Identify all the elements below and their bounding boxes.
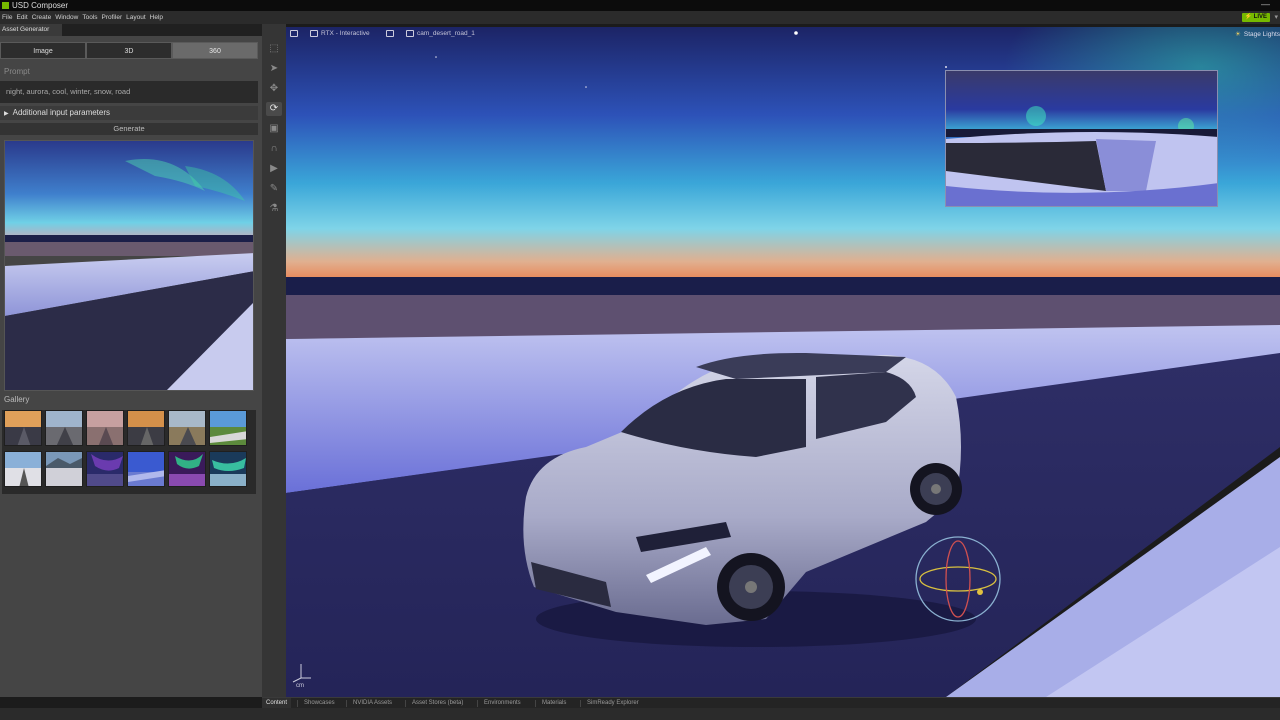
settings-icon bbox=[290, 30, 298, 37]
thumbnail-image bbox=[169, 452, 205, 486]
tab-asset-generator[interactable]: Asset Generator bbox=[0, 24, 62, 36]
camera-icon bbox=[406, 30, 414, 37]
viewport[interactable]: RTX - Interactive cam_desert_road_1 ☀ Sta… bbox=[286, 27, 1280, 697]
tab-divider bbox=[405, 700, 406, 707]
stage-lights-label: Stage Lights bbox=[1243, 31, 1280, 38]
viewport-toolbar: ⬚ ➤ ✥ ⟳ ▣ ∩ ▶ ✎ ⚗ bbox=[262, 24, 286, 697]
gallery-thumbnail[interactable] bbox=[209, 451, 247, 487]
generated-preview-image bbox=[4, 140, 254, 391]
gallery-grid bbox=[2, 410, 256, 494]
thumbnail-image bbox=[5, 452, 41, 486]
hdri-panorama-image bbox=[946, 71, 1217, 206]
menu-file[interactable]: File bbox=[2, 11, 12, 24]
tab-divider bbox=[580, 700, 581, 707]
eye-icon bbox=[386, 30, 394, 37]
mode-selector: Image 3D 360 bbox=[0, 42, 258, 59]
thumbnail-image bbox=[87, 452, 123, 486]
unit-label: cm bbox=[296, 683, 304, 689]
tab-divider bbox=[535, 700, 536, 707]
viewport-settings-icon[interactable] bbox=[290, 30, 301, 37]
camera-label: cam_desert_road_1 bbox=[417, 30, 475, 38]
nvidia-app-icon bbox=[2, 2, 9, 9]
select-arrow-icon[interactable]: ➤ bbox=[266, 62, 282, 76]
paint-brush-icon[interactable]: ✎ bbox=[266, 182, 282, 196]
thumbnail-image bbox=[210, 411, 246, 445]
menu-create[interactable]: Create bbox=[32, 11, 52, 24]
axis-orientation-icon bbox=[292, 664, 311, 683]
panel-tab-bar: Asset Generator bbox=[0, 24, 262, 36]
renderer-menu[interactable]: RTX - Interactive bbox=[310, 30, 370, 37]
gallery-thumbnail[interactable] bbox=[168, 410, 206, 446]
mode-360-button[interactable]: 360 bbox=[172, 42, 258, 59]
gallery-thumbnail[interactable] bbox=[45, 410, 83, 446]
gallery-thumbnail[interactable] bbox=[209, 410, 247, 446]
gallery-thumbnail[interactable] bbox=[4, 410, 42, 446]
asset-generator-panel: Image 3D 360 Prompt night, aurora, cool,… bbox=[0, 36, 262, 697]
renderer-label: RTX - Interactive bbox=[321, 30, 370, 38]
menu-tools[interactable]: Tools bbox=[82, 11, 97, 24]
gallery-thumbnail[interactable] bbox=[86, 451, 124, 487]
mode-3d-button[interactable]: 3D bbox=[86, 42, 172, 59]
gallery-label: Gallery bbox=[4, 395, 30, 404]
prompt-label: Prompt bbox=[4, 67, 30, 76]
live-dropdown-icon[interactable]: ▾ bbox=[1274, 11, 1278, 24]
thumbnail-image bbox=[5, 411, 41, 445]
window-title: USD Composer bbox=[12, 1, 69, 10]
stage-lights-menu[interactable]: ☀ Stage Lights bbox=[1235, 30, 1280, 38]
tab-divider bbox=[477, 700, 478, 707]
thumbnail-image bbox=[169, 411, 205, 445]
menu-profiler[interactable]: Profiler bbox=[102, 11, 123, 24]
bottom-tab-bar: Content Showcases NVIDIA Assets Asset St… bbox=[0, 697, 1280, 720]
tab-divider bbox=[297, 700, 298, 707]
thumbnail-image bbox=[46, 452, 82, 486]
preview-scene-image bbox=[5, 141, 253, 390]
gallery-thumbnail[interactable] bbox=[127, 410, 165, 446]
bottom-tab-strip: Content Showcases NVIDIA Assets Asset St… bbox=[262, 697, 1280, 709]
display-options-icon[interactable] bbox=[386, 30, 397, 37]
expand-triangle-icon: ▶ bbox=[4, 111, 9, 117]
camera-menu[interactable]: cam_desert_road_1 bbox=[406, 30, 475, 37]
gallery-thumbnail[interactable] bbox=[168, 451, 206, 487]
thumbnail-image bbox=[87, 411, 123, 445]
menu-window[interactable]: Window bbox=[55, 11, 78, 24]
tab-divider bbox=[346, 700, 347, 707]
gallery-thumbnail[interactable] bbox=[45, 451, 83, 487]
menu-bar: File Edit Create Window Tools Profiler L… bbox=[0, 11, 1280, 24]
status-bar bbox=[0, 708, 1280, 720]
scale-icon[interactable]: ▣ bbox=[266, 122, 282, 136]
thumbnail-image bbox=[46, 411, 82, 445]
mode-image-button[interactable]: Image bbox=[0, 42, 86, 59]
menu-help[interactable]: Help bbox=[150, 11, 163, 24]
live-label: LIVE bbox=[1253, 14, 1267, 20]
gallery-thumbnail[interactable] bbox=[127, 451, 165, 487]
thumbnail-image bbox=[128, 411, 164, 445]
selection-mode-icon[interactable]: ⬚ bbox=[266, 42, 282, 56]
move-icon[interactable]: ✥ bbox=[266, 82, 282, 96]
thumbnail-image bbox=[128, 452, 164, 486]
menu-layout[interactable]: Layout bbox=[126, 11, 146, 24]
gallery-thumbnail[interactable] bbox=[4, 451, 42, 487]
additional-params-label: Additional input parameters bbox=[12, 108, 111, 117]
gallery-thumbnail[interactable] bbox=[86, 410, 124, 446]
renderer-icon bbox=[310, 30, 318, 37]
menu-edit[interactable]: Edit bbox=[16, 11, 27, 24]
live-button[interactable]: ⚡ LIVE bbox=[1241, 13, 1270, 22]
snap-magnet-icon[interactable]: ∩ bbox=[266, 142, 282, 156]
prompt-input[interactable]: night, aurora, cool, winter, snow, road bbox=[0, 81, 258, 103]
hdri-360-preview bbox=[945, 70, 1218, 207]
physics-icon[interactable]: ⚗ bbox=[266, 202, 282, 216]
sun-icon: ☀ bbox=[1235, 31, 1241, 38]
title-bar: USD Composer — bbox=[0, 0, 1280, 11]
play-icon[interactable]: ▶ bbox=[266, 162, 282, 176]
rotate-icon[interactable]: ⟳ bbox=[266, 102, 282, 116]
thumbnail-image bbox=[210, 452, 246, 486]
additional-params-toggle[interactable]: ▶ Additional input parameters bbox=[0, 106, 258, 120]
generate-button[interactable]: Generate bbox=[0, 123, 258, 135]
minimize-icon[interactable]: — bbox=[1261, 0, 1270, 10]
